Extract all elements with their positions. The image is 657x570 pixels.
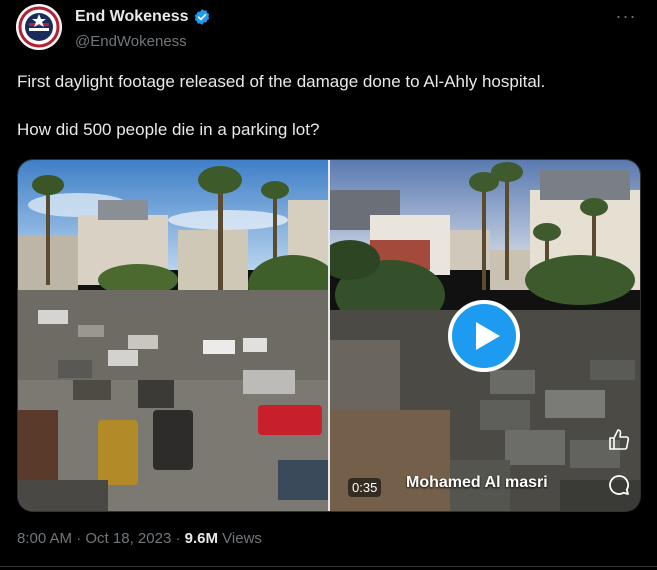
video-duration: 0:35 xyxy=(348,478,382,497)
video-overlay-name: Mohamed Al masri xyxy=(406,474,548,491)
tweet-card[interactable]: End Wokeness @EndWokeness ··· First dayl… xyxy=(0,0,657,570)
bottom-divider xyxy=(0,566,657,567)
avatar[interactable] xyxy=(16,4,62,50)
tweet-text-line-2: How did 500 people die in a parking lot? xyxy=(17,120,320,139)
views-label: Views xyxy=(218,530,262,547)
more-options-button[interactable]: ··· xyxy=(613,6,639,26)
tweet-time[interactable]: 8:00 AM xyxy=(17,530,72,547)
tweet-text: First daylight footage released of the d… xyxy=(17,70,637,142)
photo-damaged-parking-lot[interactable] xyxy=(18,160,328,511)
verified-badge-icon[interactable] xyxy=(193,8,211,26)
thumbs-up-icon xyxy=(607,428,631,452)
end-wokeness-badge-icon xyxy=(16,4,62,50)
views-count: 9.6M xyxy=(184,530,218,547)
display-name-text[interactable]: End Wokeness xyxy=(75,8,189,26)
meta-separator: · xyxy=(72,530,86,547)
display-name[interactable]: End Wokeness xyxy=(75,8,211,26)
user-handle[interactable]: @EndWokeness xyxy=(75,33,187,50)
meta-separator: · xyxy=(171,530,185,547)
media-container[interactable]: 0:35 Mohamed Al masri xyxy=(17,159,641,512)
tweet-text-line-1: First daylight footage released of the d… xyxy=(17,72,546,91)
comment-icon xyxy=(607,473,631,497)
tweet-metadata: 8:00 AM · Oct 18, 2023 · 9.6M Views xyxy=(17,530,262,547)
tweet-date[interactable]: Oct 18, 2023 xyxy=(85,530,171,547)
play-icon[interactable] xyxy=(448,300,520,372)
